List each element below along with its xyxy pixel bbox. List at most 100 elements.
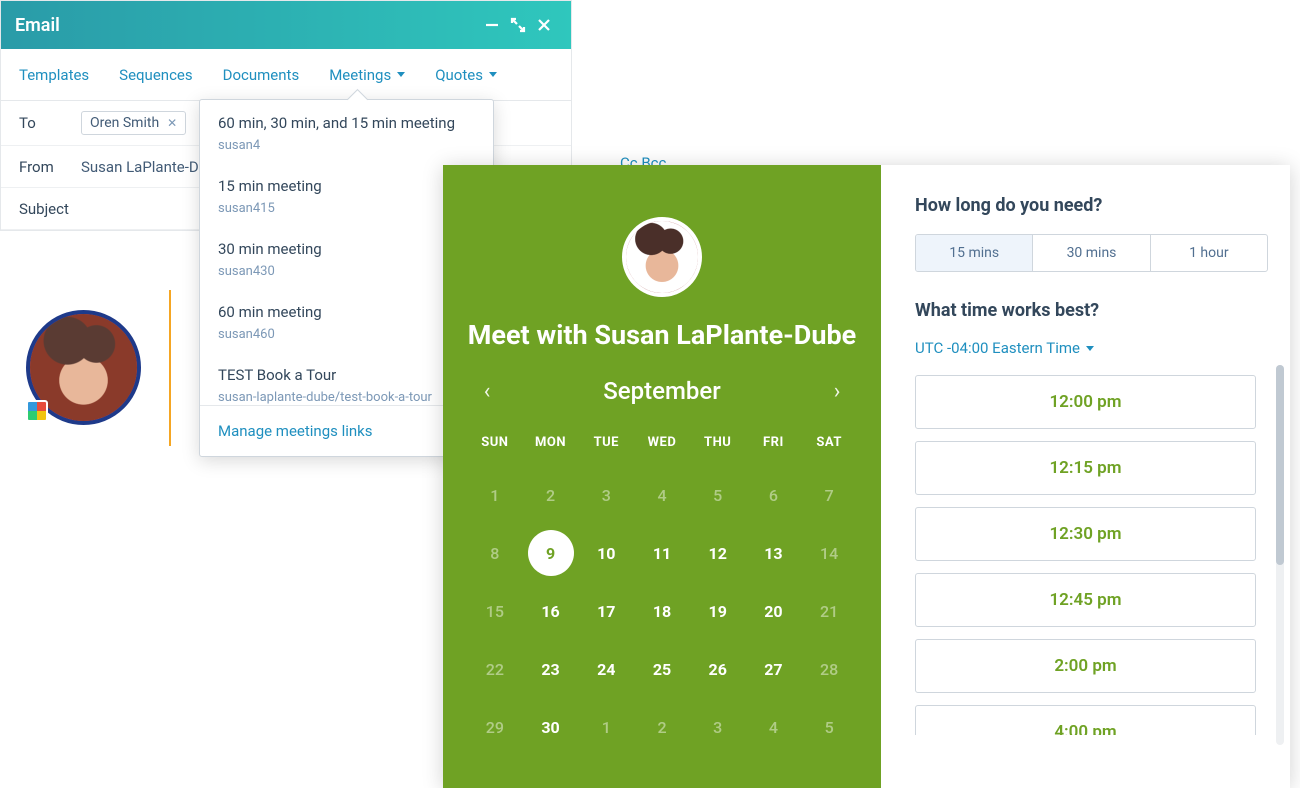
- calendar-day[interactable]: 19: [690, 582, 746, 640]
- calendar-day: 5: [690, 466, 746, 524]
- time-slot[interactable]: 12:45 pm: [915, 573, 1256, 627]
- calendar-day[interactable]: 24: [578, 640, 634, 698]
- chevron-down-icon: [1086, 346, 1094, 351]
- meeting-link-sub: susan415: [218, 201, 475, 216]
- calendar-day: 1: [578, 698, 634, 756]
- calendar-day[interactable]: 10: [578, 524, 634, 582]
- meeting-link-sub: susan-laplante-dube/test-book-a-tour: [218, 390, 475, 405]
- duration-option[interactable]: 1 hour: [1150, 235, 1267, 271]
- calendar-day[interactable]: 13: [746, 524, 802, 582]
- weekday-label: THU: [690, 427, 746, 466]
- calendar-day[interactable]: 11: [634, 524, 690, 582]
- tab-documents[interactable]: Documents: [223, 66, 300, 84]
- meeting-link-item[interactable]: 60 min, 30 min, and 15 min meeting susan4: [200, 100, 493, 163]
- time-slot-list: 12:00 pm 12:15 pm 12:30 pm 12:45 pm 2:00 pm 4…: [915, 375, 1268, 735]
- calendar-day[interactable]: 20: [746, 582, 802, 640]
- composer-tabs: Templates Sequences Documents Meetings Quote…: [1, 49, 571, 101]
- duration-segmented: 15 mins30 mins1 hour: [915, 234, 1268, 272]
- calendar-day[interactable]: 25: [634, 640, 690, 698]
- duration-option[interactable]: 15 mins: [916, 235, 1032, 271]
- weekday-label: MON: [523, 427, 579, 466]
- weekday-label: FRI: [746, 427, 802, 466]
- calendar-day: 7: [801, 466, 857, 524]
- weekday-label: SUN: [467, 427, 523, 466]
- calendar-day: 1: [467, 466, 523, 524]
- weekday-label: SAT: [801, 427, 857, 466]
- calendar-day: 2: [523, 466, 579, 524]
- time-slot[interactable]: 2:00 pm: [915, 639, 1256, 693]
- time-heading: What time works best?: [915, 300, 1268, 321]
- prev-month-button[interactable]: ‹: [467, 379, 507, 404]
- calendar-day: 22: [467, 640, 523, 698]
- month-nav: ‹ September ›: [467, 377, 857, 405]
- weekday-label: TUE: [578, 427, 634, 466]
- time-slot[interactable]: 12:15 pm: [915, 441, 1256, 495]
- close-icon[interactable]: [531, 12, 557, 38]
- active-indicator: [169, 290, 171, 446]
- tab-sequences[interactable]: Sequences: [119, 66, 192, 84]
- calendar-day: 6: [746, 466, 802, 524]
- calendar-day[interactable]: 12: [690, 524, 746, 582]
- time-slot[interactable]: 12:30 pm: [915, 507, 1256, 561]
- calendar-day: 3: [578, 466, 634, 524]
- recipient-name: Oren Smith: [90, 115, 159, 131]
- calendar-day: 2: [634, 698, 690, 756]
- time-slot[interactable]: 12:00 pm: [915, 375, 1256, 429]
- calendar-day[interactable]: 17: [578, 582, 634, 640]
- expand-icon[interactable]: [505, 12, 531, 38]
- meeting-link-title: 60 min, 30 min, and 15 min meeting: [218, 114, 475, 132]
- weekday-label: WED: [634, 427, 690, 466]
- calendar-day: 28: [801, 640, 857, 698]
- next-month-button[interactable]: ›: [817, 379, 857, 404]
- calendar-day: 15: [467, 582, 523, 640]
- host-avatar: [622, 217, 702, 297]
- from-label: From: [19, 158, 81, 176]
- from-value[interactable]: Susan LaPlante-Dub: [81, 158, 215, 176]
- calendar-day[interactable]: 23: [523, 640, 579, 698]
- duration-heading: How long do you need?: [915, 195, 1268, 216]
- booking-panel: Meet with Susan LaPlante-Dube ‹ Septembe…: [443, 165, 1290, 788]
- meeting-link-title: 60 min meeting: [218, 303, 475, 321]
- tab-meetings[interactable]: Meetings: [329, 66, 405, 84]
- timezone-select[interactable]: UTC -04:00 Eastern Time: [915, 339, 1268, 357]
- meeting-link-title: 30 min meeting: [218, 240, 475, 258]
- timezone-label: UTC -04:00 Eastern Time: [915, 339, 1080, 357]
- month-label: September: [507, 377, 817, 405]
- tab-quotes[interactable]: Quotes: [435, 66, 497, 84]
- scrollbar[interactable]: [1276, 365, 1284, 745]
- calendar-day: 21: [801, 582, 857, 640]
- meeting-link-title: TEST Book a Tour: [218, 366, 475, 384]
- chevron-down-icon: [489, 72, 497, 77]
- composer-titlebar: Email: [1, 1, 571, 49]
- calendar-day: 5: [801, 698, 857, 756]
- calendar-day[interactable]: 9: [523, 524, 579, 582]
- calendar-day: 4: [634, 466, 690, 524]
- calendar: SUNMONTUEWEDTHUFRISAT 123456789101112131…: [467, 427, 857, 756]
- tab-templates[interactable]: Templates: [19, 66, 89, 84]
- calendar-day[interactable]: 27: [746, 640, 802, 698]
- to-label: To: [19, 114, 81, 132]
- meet-title: Meet with Susan LaPlante-Dube: [468, 319, 856, 351]
- recipient-chip[interactable]: Oren Smith ✕: [81, 111, 186, 135]
- meeting-link-sub: susan430: [218, 264, 475, 279]
- minimize-icon[interactable]: [479, 12, 505, 38]
- calendar-day[interactable]: 26: [690, 640, 746, 698]
- window-title: Email: [15, 15, 60, 36]
- avatar-status-badge: [26, 400, 48, 422]
- calendar-day[interactable]: 18: [634, 582, 690, 640]
- meeting-link-title: 15 min meeting: [218, 177, 475, 195]
- chevron-down-icon: [397, 72, 405, 77]
- booking-times-pane: How long do you need? 15 mins30 mins1 ho…: [881, 165, 1290, 788]
- calendar-day: 4: [746, 698, 802, 756]
- duration-option[interactable]: 30 mins: [1032, 235, 1149, 271]
- calendar-day: 29: [467, 698, 523, 756]
- calendar-day[interactable]: 16: [523, 582, 579, 640]
- calendar-day[interactable]: 30: [523, 698, 579, 756]
- subject-label: Subject: [19, 200, 81, 218]
- time-slot[interactable]: 4:00 pm: [915, 705, 1256, 735]
- booking-calendar-pane: Meet with Susan LaPlante-Dube ‹ Septembe…: [443, 165, 881, 788]
- remove-recipient-icon[interactable]: ✕: [167, 116, 177, 130]
- calendar-day: 3: [690, 698, 746, 756]
- meeting-link-sub: susan4: [218, 138, 475, 153]
- calendar-day: 14: [801, 524, 857, 582]
